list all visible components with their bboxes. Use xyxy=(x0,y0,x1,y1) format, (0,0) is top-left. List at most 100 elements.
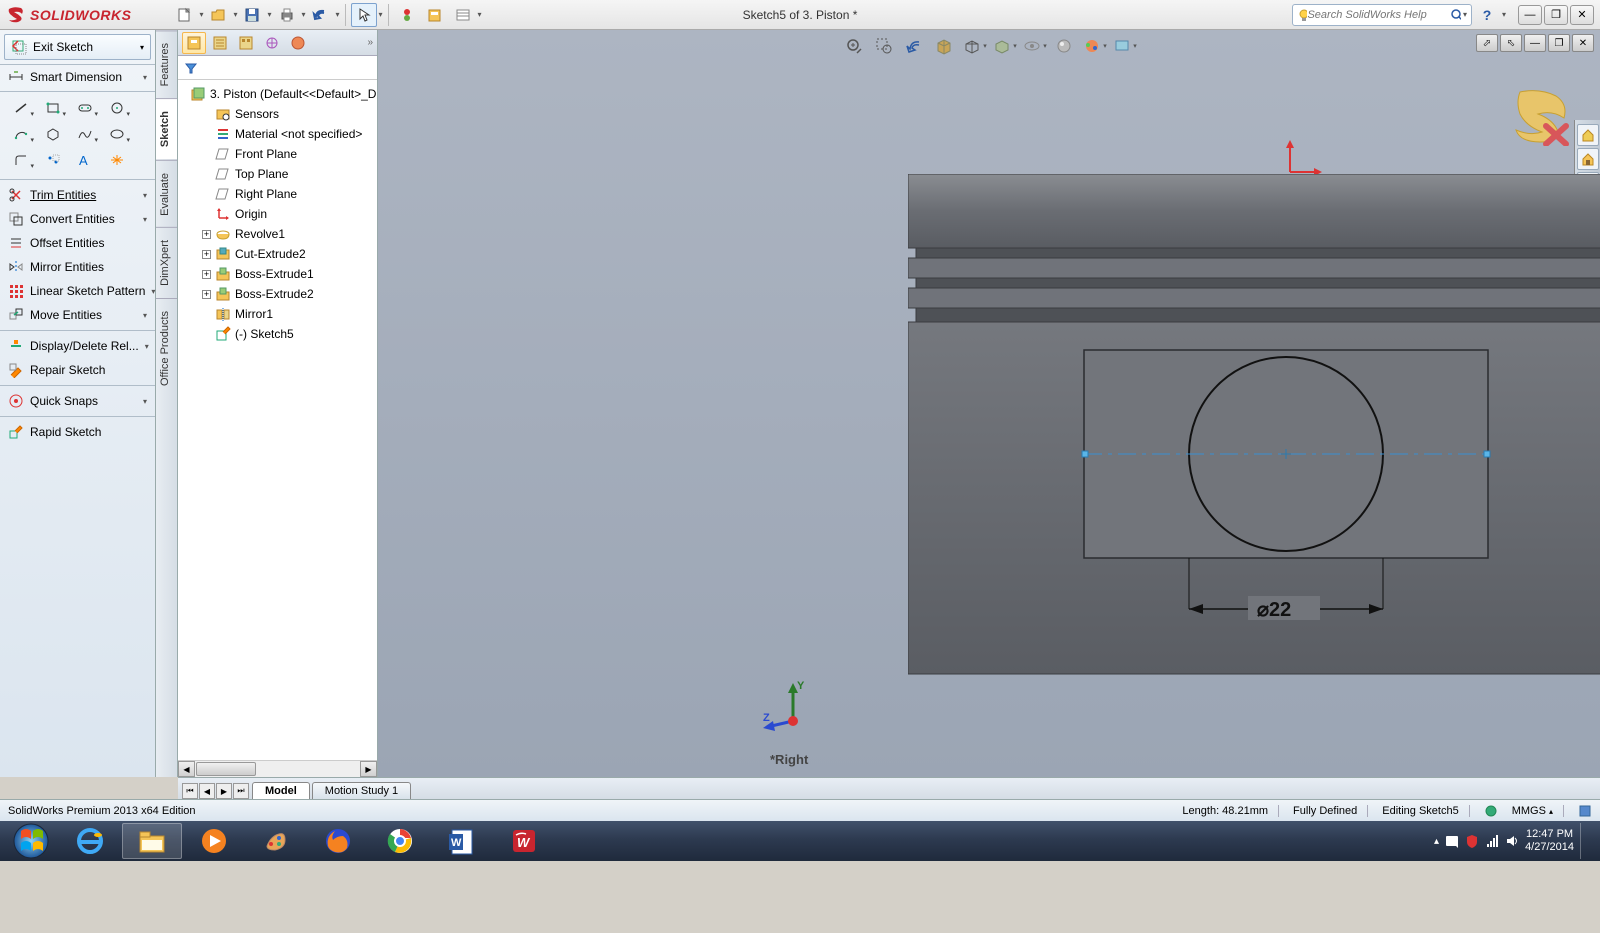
search-help-box[interactable]: ▾ xyxy=(1292,4,1472,26)
tree-sketch5[interactable]: (-) Sketch5 xyxy=(180,324,375,344)
tree-material[interactable]: Material <not specified> xyxy=(180,124,375,144)
fm-tab-feature[interactable] xyxy=(182,32,206,54)
viewport-link-button[interactable]: ⬀ xyxy=(1476,34,1498,52)
rebuild-button[interactable] xyxy=(394,3,420,27)
search-help-input[interactable] xyxy=(1307,9,1450,21)
line-tool[interactable]: ▾ xyxy=(6,96,36,120)
smart-dimension-button[interactable]: Smart Dimension ▾ xyxy=(0,65,155,92)
repair-sketch-button[interactable]: Repair Sketch xyxy=(0,358,155,382)
apply-scene-button[interactable]: ▾ xyxy=(1080,34,1108,58)
arc-tool[interactable]: ▾ xyxy=(6,122,36,146)
task-paint[interactable] xyxy=(246,823,306,859)
tree-revolve1[interactable]: +Revolve1 xyxy=(180,224,375,244)
zoom-fit-button[interactable] xyxy=(840,34,868,58)
view-settings-button[interactable]: ▾ xyxy=(1110,34,1138,58)
start-button[interactable] xyxy=(4,823,58,859)
fillet-tool[interactable]: ▾ xyxy=(6,148,36,172)
open-button[interactable] xyxy=(205,3,231,27)
task-solidworks[interactable]: W xyxy=(494,823,554,859)
undo-button[interactable] xyxy=(308,3,334,27)
fm-tab-display[interactable] xyxy=(286,32,310,54)
mirror-entities-button[interactable]: Mirror Entities xyxy=(0,255,155,279)
tab-sketch[interactable]: Sketch xyxy=(156,98,177,159)
show-desktop-button[interactable] xyxy=(1580,823,1588,859)
tree-root-part[interactable]: 3. Piston (Default<<Default>_D xyxy=(180,84,375,104)
tab-office-products[interactable]: Office Products xyxy=(156,298,177,398)
fm-filter-bar[interactable] xyxy=(178,56,377,80)
taskpane-resources[interactable] xyxy=(1577,124,1599,146)
options-button-2[interactable] xyxy=(450,3,476,27)
tray-volume-icon[interactable] xyxy=(1505,834,1519,848)
task-ie[interactable] xyxy=(60,823,120,859)
scroll-left-arrow[interactable]: ◀ xyxy=(178,761,195,777)
tab-evaluate[interactable]: Evaluate xyxy=(156,160,177,228)
task-chrome[interactable] xyxy=(370,823,430,859)
help-button[interactable]: ? xyxy=(1476,4,1498,26)
task-wmp[interactable] xyxy=(184,823,244,859)
tree-top-plane[interactable]: Top Plane xyxy=(180,164,375,184)
tray-network-icon[interactable] xyxy=(1485,834,1499,848)
rectangle-tool[interactable]: ▾ xyxy=(38,96,68,120)
fm-tab-dimxpert[interactable] xyxy=(260,32,284,54)
tray-shield-icon[interactable] xyxy=(1465,834,1479,848)
tab-nav-first[interactable]: ⏮ xyxy=(182,783,198,799)
tree-origin[interactable]: Origin xyxy=(180,204,375,224)
display-style-button[interactable]: ▾ xyxy=(990,34,1018,58)
reference-triad[interactable]: Y Z xyxy=(763,677,823,737)
task-word[interactable]: W xyxy=(432,823,492,859)
rapid-sketch-button[interactable]: Rapid Sketch xyxy=(0,420,155,444)
new-button[interactable] xyxy=(171,3,197,27)
convert-entities-button[interactable]: Convert Entities▾ xyxy=(0,207,155,231)
tree-front-plane[interactable]: Front Plane xyxy=(180,144,375,164)
plane-tool[interactable] xyxy=(102,148,132,172)
text-tool[interactable]: A xyxy=(70,148,100,172)
print-button[interactable] xyxy=(274,3,300,27)
task-firefox[interactable] xyxy=(308,823,368,859)
graphics-area[interactable]: ▾ ▾ ▾ ▾ ▾ ⬀ ⬁ — ❐ ✕ xyxy=(378,30,1600,777)
status-custom-icon[interactable] xyxy=(1578,804,1592,818)
tree-cutextrude2[interactable]: +Cut-Extrude2 xyxy=(180,244,375,264)
select-button[interactable] xyxy=(351,3,377,27)
restore-button[interactable]: ❐ xyxy=(1544,5,1568,25)
fm-horizontal-scroll[interactable]: ◀ ▶ xyxy=(178,760,377,777)
tab-motion-study[interactable]: Motion Study 1 xyxy=(312,782,411,799)
tree-right-plane[interactable]: Right Plane xyxy=(180,184,375,204)
minimize-button[interactable]: — xyxy=(1518,5,1542,25)
tree-mirror1[interactable]: Mirror1 xyxy=(180,304,375,324)
display-delete-relations-button[interactable]: Display/Delete Rel...▾ xyxy=(0,334,155,358)
previous-view-button[interactable] xyxy=(900,34,928,58)
offset-entities-button[interactable]: Offset Entities xyxy=(0,231,155,255)
tab-nav-next[interactable]: ▶ xyxy=(216,783,232,799)
point-tool[interactable] xyxy=(38,148,68,172)
tab-model[interactable]: Model xyxy=(252,782,310,799)
view-orientation-button[interactable]: ▾ xyxy=(960,34,988,58)
viewport-close-button[interactable]: ✕ xyxy=(1572,34,1594,52)
tab-features[interactable]: Features xyxy=(156,30,177,98)
edit-appearance-button[interactable] xyxy=(1050,34,1078,58)
spline-tool[interactable]: ▾ xyxy=(70,122,100,146)
close-button[interactable]: ✕ xyxy=(1570,5,1594,25)
fm-tab-config[interactable] xyxy=(234,32,258,54)
viewport-restore-button[interactable]: ❐ xyxy=(1548,34,1570,52)
tree-bossextrude2[interactable]: +Boss-Extrude2 xyxy=(180,284,375,304)
tree-sensors[interactable]: Sensors xyxy=(180,104,375,124)
tray-clock[interactable]: 12:47 PM 4/27/2014 xyxy=(1525,828,1574,854)
taskpane-library[interactable] xyxy=(1577,148,1599,170)
linear-pattern-button[interactable]: Linear Sketch Pattern▾ xyxy=(0,279,155,303)
move-entities-button[interactable]: Move Entities▾ xyxy=(0,303,155,327)
scroll-right-arrow[interactable]: ▶ xyxy=(360,761,377,777)
ellipse-tool[interactable]: ▾ xyxy=(102,122,132,146)
viewport-minimize-button[interactable]: — xyxy=(1524,34,1546,52)
tab-nav-prev[interactable]: ◀ xyxy=(199,783,215,799)
polygon-tool[interactable] xyxy=(38,122,68,146)
exit-sketch-button[interactable]: Exit Sketch ▾ xyxy=(4,34,151,60)
circle-tool[interactable]: ▾ xyxy=(102,96,132,120)
zoom-area-button[interactable] xyxy=(870,34,898,58)
section-view-button[interactable] xyxy=(930,34,958,58)
scroll-thumb[interactable] xyxy=(196,762,256,776)
hide-show-button[interactable]: ▾ xyxy=(1020,34,1048,58)
save-button[interactable] xyxy=(239,3,265,27)
tray-show-hidden[interactable]: ▴ xyxy=(1434,836,1439,847)
tab-dimxpert[interactable]: DimXpert xyxy=(156,227,177,298)
options-button[interactable] xyxy=(422,3,448,27)
